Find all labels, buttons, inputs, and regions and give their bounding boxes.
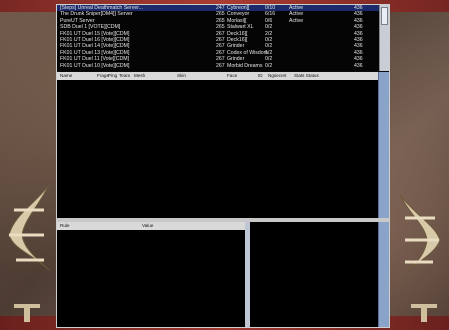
logo-glyph-left-icon — [14, 304, 40, 322]
server-name: FK01 UT Duel 10 [Vote][CDM] — [60, 62, 130, 69]
right-ornament-icon — [399, 194, 441, 279]
column-id[interactable]: ID — [258, 72, 263, 80]
column-face[interactable]: Face — [227, 72, 237, 80]
column-name[interactable]: Name — [60, 72, 72, 80]
logo-glyph-right-icon — [411, 304, 437, 322]
column-rule[interactable]: Rule — [60, 222, 69, 230]
column-team[interactable]: Team — [119, 72, 130, 80]
server-max: 436 — [354, 62, 363, 69]
server-row[interactable]: FK01 UT Duel 10 [Vote][CDM] 267 Morbid Dre… — [57, 63, 379, 69]
rules-list[interactable] — [57, 230, 245, 327]
column-ping[interactable]: Ping — [108, 72, 117, 80]
column-skin[interactable]: Skin — [177, 72, 186, 80]
server-list[interactable]: [Steps] Unreal Deathmatch Server... 247 Cy… — [57, 5, 379, 71]
server-players: 0/2 — [265, 62, 273, 69]
server-list-scroll-thumb[interactable] — [381, 7, 388, 25]
server-ping: 267 — [216, 62, 225, 69]
server-list-scrollbar[interactable] — [379, 5, 389, 71]
column-stats-status[interactable]: Stats Status — [294, 72, 319, 80]
server-map: Morbid Dreams — [227, 62, 263, 69]
player-list-scrollbar[interactable] — [378, 72, 389, 218]
info-panel[interactable] — [250, 222, 389, 327]
column-ngsecret[interactable]: Ngsecret — [268, 72, 286, 80]
left-ornament-icon — [8, 184, 50, 271]
info-panel-scrollbar[interactable] — [378, 222, 389, 327]
player-list[interactable] — [57, 80, 379, 218]
server-browser-window: [Steps] Unreal Deathmatch Server... 247 Cy… — [56, 4, 390, 328]
column-mesh[interactable]: Mesh — [134, 72, 145, 80]
column-frags[interactable]: Frags — [97, 72, 109, 80]
column-value[interactable]: Value — [142, 222, 153, 230]
